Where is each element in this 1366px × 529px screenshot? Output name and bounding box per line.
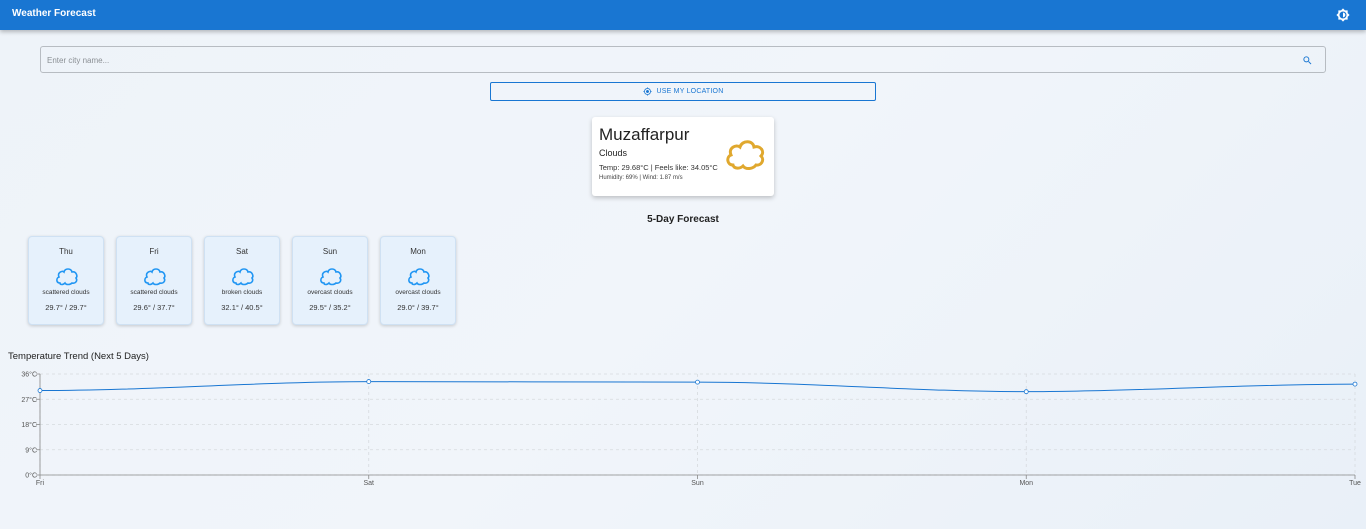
- forecast-day: Fri: [149, 247, 159, 256]
- forecast-day: Thu: [59, 247, 73, 256]
- forecast-description: broken clouds: [221, 289, 263, 296]
- forecast-heading: 5-Day Forecast: [647, 214, 719, 225]
- forecast-card: Sun overcast clouds 29.5° / 35.2°: [292, 236, 368, 325]
- cloud-icon: [726, 140, 765, 170]
- data-point: [695, 379, 700, 385]
- search-box: [40, 46, 1326, 73]
- temperature-line: Temp: 29.68°C | Feels like: 34.05°C: [599, 163, 718, 172]
- y-tick-label: 0°C: [25, 472, 37, 480]
- use-my-location-button[interactable]: USE MY LOCATION: [490, 82, 876, 101]
- cloud-icon: [232, 268, 254, 286]
- humidity-wind-line: Humidity: 69% | Wind: 1.87 m/s: [599, 175, 683, 181]
- data-point: [1023, 389, 1029, 395]
- data-point: [1352, 381, 1358, 387]
- x-tick-label: Sat: [363, 480, 374, 487]
- app-bar: Weather Forecast: [0, 0, 1366, 30]
- forecast-day: Sun: [322, 247, 338, 256]
- cloud-icon: [408, 268, 430, 286]
- forecast-description: overcast clouds: [307, 289, 353, 296]
- y-tick-label: 18°C: [21, 421, 37, 429]
- x-tick-label: Fri: [36, 480, 45, 487]
- y-tick-label: 9°C: [25, 446, 37, 454]
- use-my-location-label: USE MY LOCATION: [656, 88, 724, 95]
- forecast-day: Mon: [410, 247, 426, 256]
- x-tick-label: Sun: [691, 480, 704, 487]
- forecast-day: Sat: [235, 247, 248, 256]
- forecast-temps: 29.5° / 35.2°: [309, 303, 351, 312]
- forecast-description: scattered clouds: [42, 289, 90, 296]
- forecast-description: overcast clouds: [395, 289, 441, 296]
- chart-title: Temperature Trend (Next 5 Days): [8, 351, 149, 362]
- cloud-icon: [144, 268, 166, 286]
- data-point: [37, 388, 43, 393]
- forecast-description: scattered clouds: [130, 289, 178, 296]
- forecast-temps: 32.1° / 40.5°: [221, 303, 263, 312]
- forecast-temps: 29.6° / 37.7°: [133, 303, 175, 312]
- cloud-icon: [320, 268, 342, 286]
- temperature-trend-chart: 0°C 9°C 18°C 27°C 36°C Fri Sat Sun Mon Tue: [21, 371, 1361, 488]
- forecast-card: Thu scattered clouds 29.7° / 29.7°: [28, 236, 104, 325]
- forecast-card: Sat broken clouds 32.1° / 40.5°: [204, 236, 280, 325]
- data-point: [366, 379, 372, 384]
- search-icon[interactable]: [1302, 55, 1313, 66]
- search-input[interactable]: [47, 51, 1287, 69]
- forecast-temps: 29.0° / 39.7°: [397, 303, 439, 312]
- y-tick-label: 36°C: [21, 371, 37, 379]
- y-tick-label: 27°C: [21, 396, 37, 404]
- forecast-card: Mon overcast clouds 29.0° / 39.7°: [380, 236, 456, 325]
- current-weather-card: Muzaffarpur Clouds Temp: 29.68°C | Feels…: [592, 117, 774, 196]
- x-tick-label: Tue: [1349, 480, 1361, 487]
- forecast-card: Fri scattered clouds 29.6° / 37.7°: [116, 236, 192, 325]
- city-name: Muzaffarpur: [599, 125, 690, 144]
- forecast-temps: 29.7° / 29.7°: [45, 303, 87, 312]
- brightness-icon[interactable]: [1336, 8, 1350, 22]
- weather-condition: Clouds: [599, 148, 628, 158]
- cloud-icon: [56, 268, 78, 286]
- app-title: Weather Forecast: [12, 8, 96, 19]
- x-tick-label: Mon: [1019, 480, 1033, 487]
- my-location-icon: [642, 87, 652, 96]
